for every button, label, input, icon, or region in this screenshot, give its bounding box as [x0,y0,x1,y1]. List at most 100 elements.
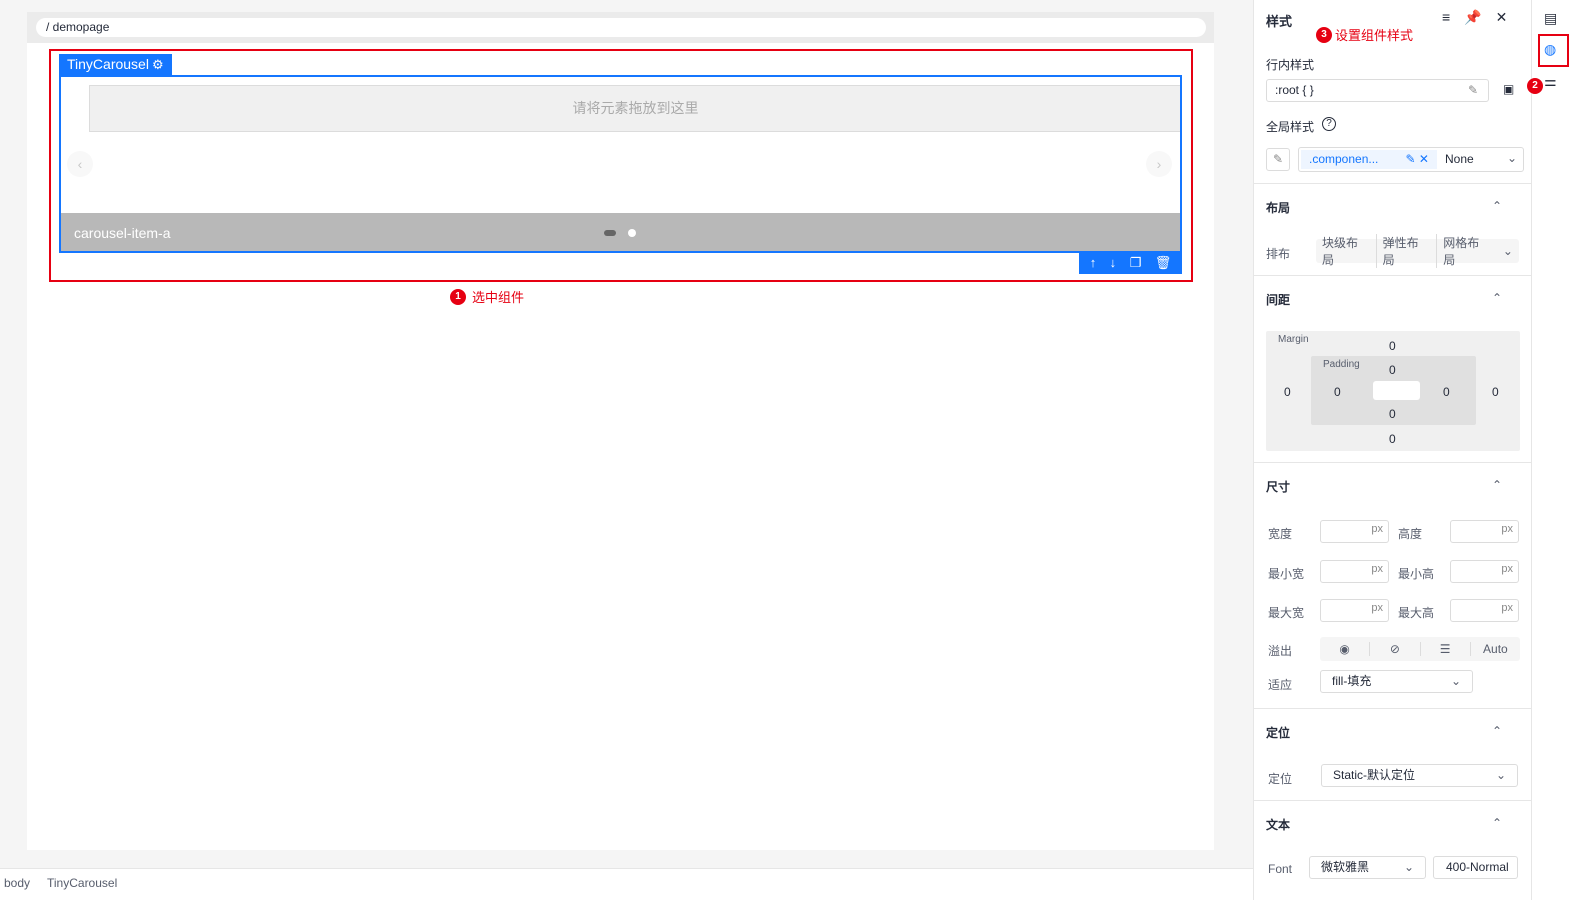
carousel-indicator[interactable] [628,229,636,237]
divider [1254,462,1531,463]
padding-bottom-value[interactable]: 0 [1389,407,1396,421]
properties-icon[interactable]: ▤ [1544,10,1557,27]
global-style-label: 全局样式 [1266,120,1315,134]
carousel-prev-button[interactable]: ‹ [67,151,93,177]
annotation-set-style: 3 设置组件样式 [1316,25,1413,44]
help-icon[interactable]: ? [1322,117,1336,131]
scroll-icon[interactable]: ☰ [1421,642,1471,656]
layout-grid-option[interactable]: 网格布局 [1437,234,1497,268]
eye-icon[interactable]: ◉ [1320,642,1371,656]
max-height-label: 最大高 [1398,606,1435,620]
annotation-number-2: 2 [1527,78,1543,94]
position-select[interactable]: Static-默认定位 ⌄ [1321,764,1518,787]
max-width-input[interactable]: px [1320,599,1389,622]
box-model-editor: Margin 0 0 0 0 Padding 0 0 0 0 [1266,331,1520,451]
collapse-icon[interactable]: ≡ [1442,9,1450,26]
palette-icon[interactable]: ◍ [1544,41,1556,58]
close-icon[interactable]: ✕ [1496,9,1508,26]
chevron-up-icon[interactable]: ⌃ [1492,478,1502,492]
margin-right-value[interactable]: 0 [1492,385,1499,399]
chevron-down-icon: ⌄ [1403,860,1414,874]
inline-style-label: 行内样式 [1266,58,1315,72]
style-panel: 样式 ≡ 📌 ✕ 3 设置组件样式 行内样式 :root { } ✎ ▣ 全局样… [1253,0,1531,900]
component-badge[interactable]: TinyCarousel ⚙ [59,54,172,75]
padding-box: Padding 0 0 0 0 [1311,356,1476,425]
page-breadcrumb[interactable]: / demopage [36,18,1206,37]
margin-left-value[interactable]: 0 [1284,385,1291,399]
max-height-input[interactable]: px [1450,599,1519,622]
overflow-label: 溢出 [1268,644,1293,658]
inline-style-input[interactable]: :root { } ✎ [1266,79,1489,102]
layout-block-option[interactable]: 块级布局 [1316,234,1377,268]
design-canvas[interactable]: / demopage TinyCarousel ⚙ 请将元素拖放到这里 ‹ › … [27,12,1214,850]
layout-segmented[interactable]: 块级布局 弹性布局 网格布局 ⌄ [1316,234,1519,268]
chevron-down-icon[interactable]: ⌄ [1497,244,1519,258]
font-weight-select[interactable]: 400-Normal [1433,856,1518,879]
carousel-item-title: carousel-item-a [74,225,171,241]
section-layout-title: 布局 [1266,201,1291,215]
class-selector[interactable]: .componen... ✎ ✕ None ⌄ [1298,147,1524,172]
tag-edit-close-icons[interactable]: ✎ ✕ [1406,150,1429,169]
copy-icon[interactable]: ❐ [1130,252,1142,274]
divider [1254,275,1531,276]
overflow-auto-option[interactable]: Auto [1471,642,1520,656]
chevron-up-icon[interactable]: ⌃ [1492,199,1502,213]
layout-flex-option[interactable]: 弹性布局 [1377,234,1438,268]
margin-bottom-value[interactable]: 0 [1389,432,1396,446]
settings-sliders-icon[interactable]: ⚌ [1544,73,1557,90]
height-input[interactable]: px [1450,520,1519,543]
min-width-input[interactable]: px [1320,560,1389,583]
edit-icon[interactable]: ✎ [1468,80,1478,101]
status-item-component[interactable]: TinyCarousel [47,876,117,890]
padding-left-value[interactable]: 0 [1334,385,1341,399]
chevron-up-icon[interactable]: ⌃ [1492,816,1502,830]
min-height-label: 最小高 [1398,567,1435,581]
gear-icon[interactable]: ⚙ [152,54,164,75]
divider [1254,183,1531,184]
chevron-up-icon[interactable]: ⌃ [1492,291,1502,305]
width-input[interactable]: px [1320,520,1389,543]
edit-icon: ✎ [1272,152,1284,166]
status-item-body[interactable]: body [4,876,30,890]
section-text-title: 文本 [1266,818,1291,832]
carousel-item-bar: carousel-item-a [61,213,1180,251]
height-label: 高度 [1398,527,1423,541]
terminal-icon[interactable]: ▣ [1503,82,1514,96]
status-bar: body TinyCarousel [0,868,1253,900]
component-toolbar: ↑ ↓ ❐ 🗑 [1079,252,1182,274]
padding-right-value[interactable]: 0 [1443,385,1450,399]
pin-icon[interactable]: 📌 [1464,9,1481,26]
carousel-next-button[interactable]: › [1146,151,1172,177]
carousel-indicator-active[interactable] [604,230,616,236]
chevron-up-icon[interactable]: ⌃ [1492,724,1502,738]
font-label: Font [1268,862,1293,876]
carousel-component[interactable]: 请将元素拖放到这里 ‹ › carousel-item-a [59,75,1182,253]
font-family-select[interactable]: 微软雅黑 ⌄ [1309,856,1426,879]
global-style-edit-button[interactable]: ✎ [1266,148,1290,171]
position-select-value: Static-默认定位 [1333,768,1416,782]
inline-style-value: :root { } [1275,83,1314,97]
font-family-value: 微软雅黑 [1321,860,1370,874]
overflow-segmented[interactable]: ◉ ⊘ ☰ Auto [1320,637,1520,661]
divider [1254,800,1531,801]
chevron-down-icon[interactable]: ⌄ [1507,151,1517,165]
margin-label: Margin [1278,334,1309,345]
divider [1254,708,1531,709]
arrange-label: 排布 [1266,247,1291,261]
margin-top-value[interactable]: 0 [1389,339,1396,353]
fit-select[interactable]: fill-填充 ⌄ [1320,670,1473,693]
min-height-input[interactable]: px [1450,560,1519,583]
class-select-value[interactable]: None [1445,152,1474,166]
move-down-icon[interactable]: ↓ [1110,252,1117,274]
class-tag-label: .componen... [1309,152,1379,166]
drop-zone[interactable]: 请将元素拖放到这里 [89,85,1180,132]
canvas-header: / demopage [27,12,1214,43]
class-tag[interactable]: .componen... ✎ ✕ [1301,150,1437,169]
move-up-icon[interactable]: ↑ [1090,252,1097,274]
annotation-select-component: 1 选中组件 [450,287,524,306]
padding-top-value[interactable]: 0 [1389,363,1396,377]
eye-off-icon[interactable]: ⊘ [1370,642,1421,656]
max-width-label: 最大宽 [1268,606,1305,620]
delete-icon[interactable]: 🗑 [1155,252,1172,274]
font-weight-value: 400-Normal [1446,860,1509,874]
